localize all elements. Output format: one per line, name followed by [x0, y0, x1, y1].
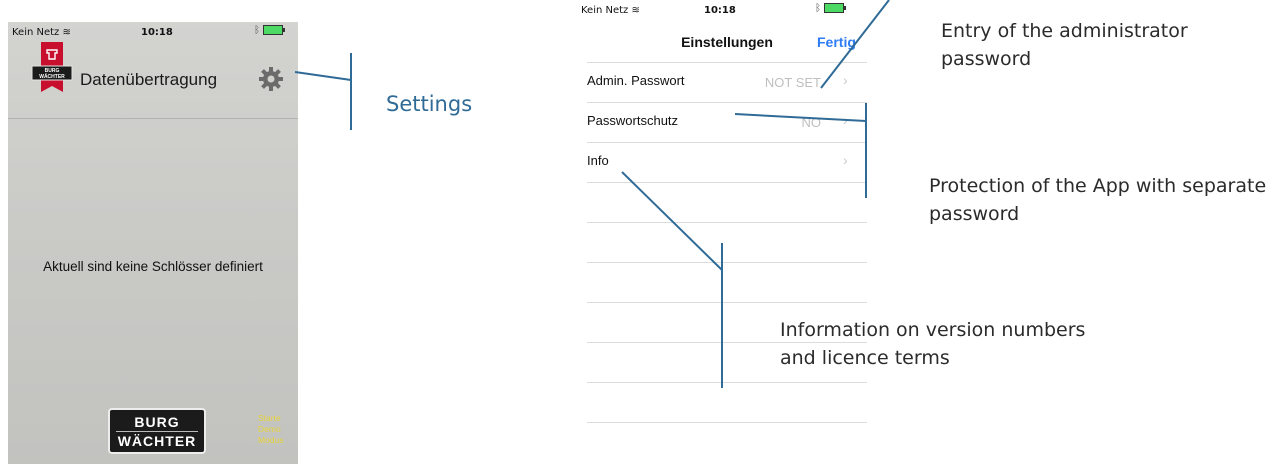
divider	[587, 222, 867, 223]
chevron-right-icon: ›	[843, 72, 848, 88]
logo-line-2: WÄCHTER	[116, 431, 198, 449]
status-bar: Kein Netz ≋ 10:18 ᛒ	[8, 22, 298, 42]
done-button[interactable]: Fertig	[817, 34, 856, 50]
page-title: Datenübertragung	[80, 70, 218, 89]
bluetooth-icon: ᛒ	[254, 25, 260, 36]
row-value: NO	[801, 115, 822, 130]
divider	[587, 422, 867, 423]
logo-line-1: BURG	[134, 414, 180, 430]
burg-waechter-logo: BURG WÄCHTER	[31, 42, 73, 92]
divider	[587, 302, 867, 303]
status-time: 10:18	[704, 5, 736, 16]
wifi-icon: ≋	[631, 5, 640, 16]
settings-annotation: Settings	[386, 92, 473, 116]
gear-icon[interactable]	[258, 66, 284, 92]
status-time: 10:18	[141, 27, 173, 38]
bluetooth-icon: ᛒ	[815, 3, 821, 14]
svg-text:WÄCHTER: WÄCHTER	[39, 73, 65, 80]
carrier-label: Kein Netz ≋	[12, 27, 71, 38]
chevron-right-icon: ›	[843, 112, 848, 128]
demo-mode-link[interactable]: Starte Demo Modus	[258, 413, 294, 446]
annotation-admin-password: Entry of the administrator password	[941, 20, 1188, 70]
carrier-label: Kein Netz ≋	[581, 5, 640, 16]
empty-state-message: Aktuell sind keine Schlösser definiert	[43, 259, 263, 274]
right-phone-screen: Kein Netz ≋ 10:18 ᛒ Einstellungen Fertig…	[577, 0, 867, 464]
divider	[8, 118, 298, 119]
annotation-password-protection: Protection of the App with separate pass…	[929, 175, 1267, 225]
row-label: Passwortschutz	[587, 113, 679, 128]
burg-waechter-bottom-logo: BURG WÄCHTER	[108, 408, 206, 454]
divider	[587, 382, 867, 383]
nav-title: Einstellungen	[681, 34, 773, 50]
battery-icon	[263, 25, 286, 35]
status-icons: ᛒ	[254, 25, 286, 36]
divider	[587, 262, 867, 263]
settings-leader-line	[294, 71, 352, 81]
left-phone-screen: Kein Netz ≋ 10:18 ᛒ BURG WÄCHTER Datenüb…	[8, 22, 298, 464]
annotation-info: Information on version numbers and licen…	[780, 319, 1086, 369]
chevron-right-icon: ›	[843, 152, 848, 168]
settings-row-password-protection[interactable]: Passwortschutz NO ›	[577, 102, 867, 142]
battery-icon	[824, 3, 847, 13]
divider	[587, 182, 867, 183]
settings-row-admin-password[interactable]: Admin. Passwort NOT SET ›	[577, 62, 867, 102]
status-icons: ᛒ	[815, 3, 847, 14]
row-label: Admin. Passwort	[587, 73, 685, 88]
wifi-icon: ≋	[62, 27, 71, 38]
settings-row-info[interactable]: Info ›	[577, 142, 867, 182]
row-value: NOT SET	[764, 75, 821, 90]
row-label: Info	[587, 153, 609, 168]
